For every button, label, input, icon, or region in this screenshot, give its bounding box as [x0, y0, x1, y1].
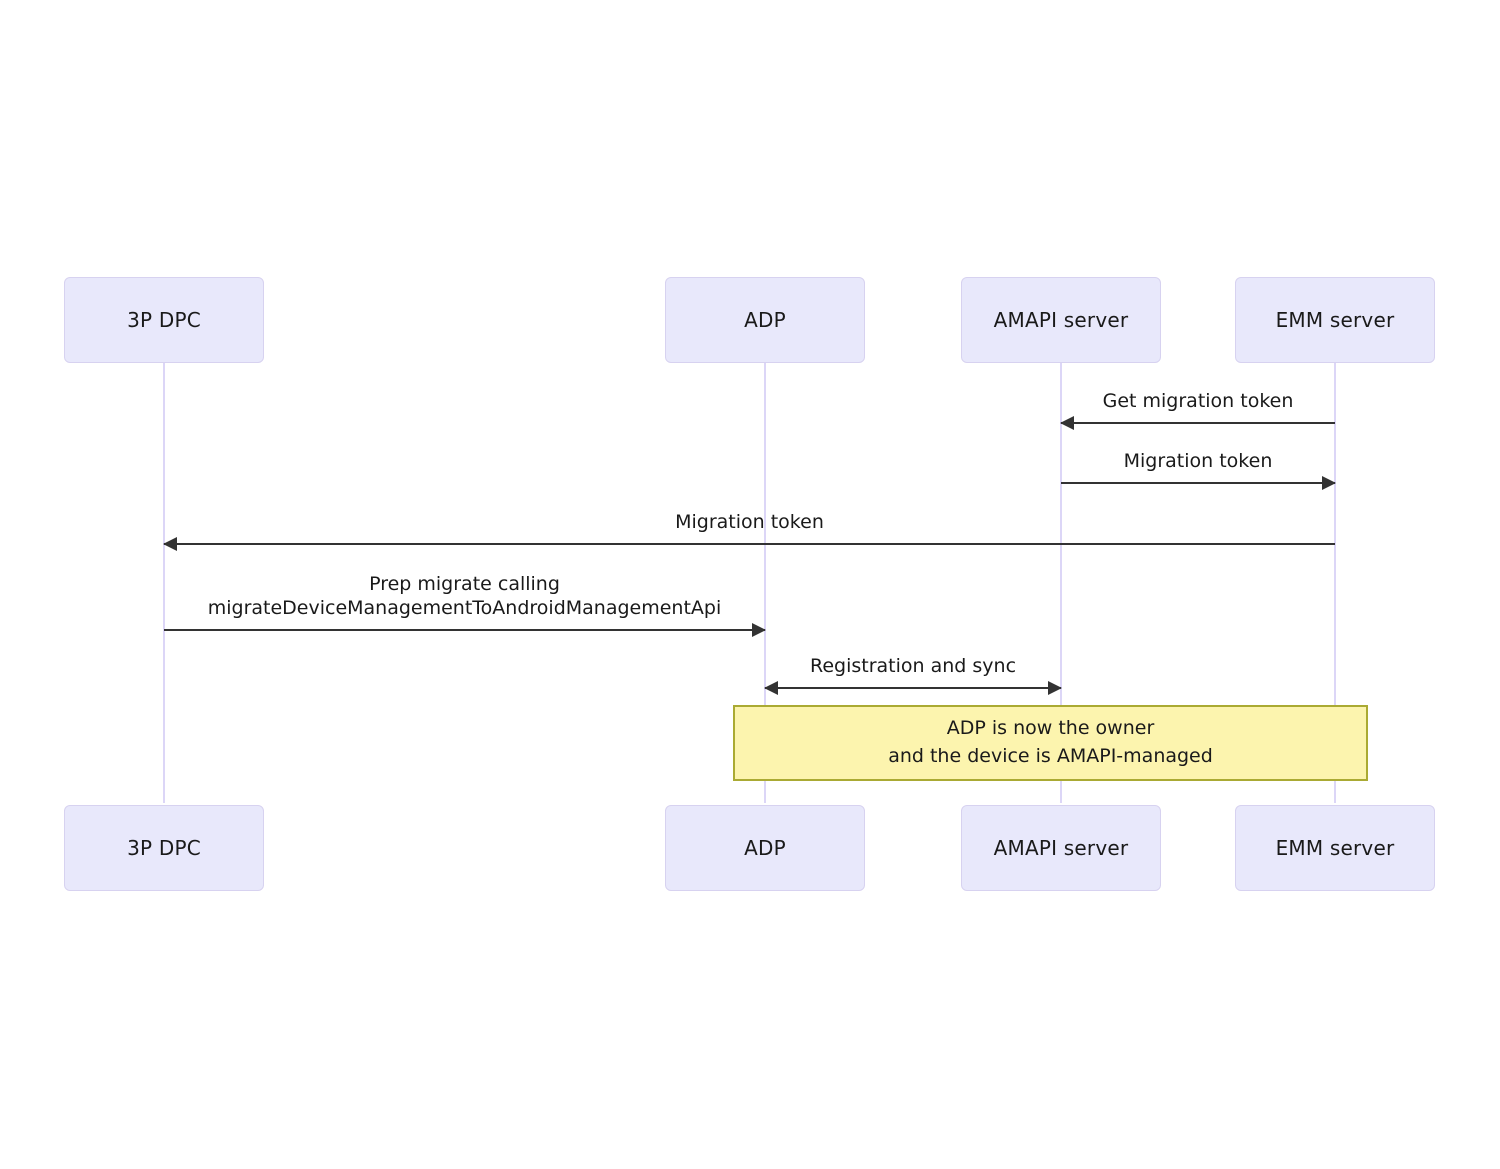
- arrowhead-left-icon: [1060, 416, 1074, 430]
- message-label: Migration token: [675, 511, 824, 534]
- message-label: Migration token: [1123, 450, 1273, 473]
- note-owner: ADP is now the owner and the device is A…: [733, 705, 1368, 781]
- message-line: [1061, 482, 1335, 484]
- participant-label: AMAPI server: [993, 308, 1129, 332]
- participant-amapi-bottom[interactable]: AMAPI server: [961, 805, 1161, 891]
- sequence-diagram-canvas: 3P DPC ADP AMAPI server EMM server Get m…: [0, 0, 1500, 1169]
- participant-emm-bottom[interactable]: EMM server: [1235, 805, 1435, 891]
- participant-label: ADP: [744, 308, 786, 332]
- participant-dpc-bottom[interactable]: 3P DPC: [64, 805, 264, 891]
- participant-dpc-top[interactable]: 3P DPC: [64, 277, 264, 363]
- participant-label: AMAPI server: [993, 836, 1129, 860]
- participant-adp-bottom[interactable]: ADP: [665, 805, 865, 891]
- arrowhead-left-icon: [764, 681, 778, 695]
- note-text: ADP is now the owner and the device is A…: [888, 717, 1213, 767]
- arrowhead-right-icon: [1048, 681, 1062, 695]
- message-line: [164, 629, 765, 631]
- message-line: [1061, 422, 1335, 424]
- participant-label: ADP: [744, 836, 786, 860]
- message-label: Prep migrate calling migrateDeviceManage…: [207, 572, 722, 620]
- message-line: [164, 543, 1335, 545]
- participant-emm-top[interactable]: EMM server: [1235, 277, 1435, 363]
- message-label: Registration and sync: [809, 655, 1017, 678]
- participant-label: 3P DPC: [127, 836, 201, 860]
- message-line: [765, 687, 1061, 689]
- participant-label: EMM server: [1275, 836, 1395, 860]
- arrowhead-left-icon: [163, 537, 177, 551]
- participant-adp-top[interactable]: ADP: [665, 277, 865, 363]
- participant-amapi-top[interactable]: AMAPI server: [961, 277, 1161, 363]
- arrowhead-right-icon: [752, 623, 766, 637]
- message-label: Get migration token: [1102, 390, 1294, 413]
- participant-label: 3P DPC: [127, 308, 201, 332]
- participant-label: EMM server: [1275, 308, 1395, 332]
- arrowhead-right-icon: [1322, 476, 1336, 490]
